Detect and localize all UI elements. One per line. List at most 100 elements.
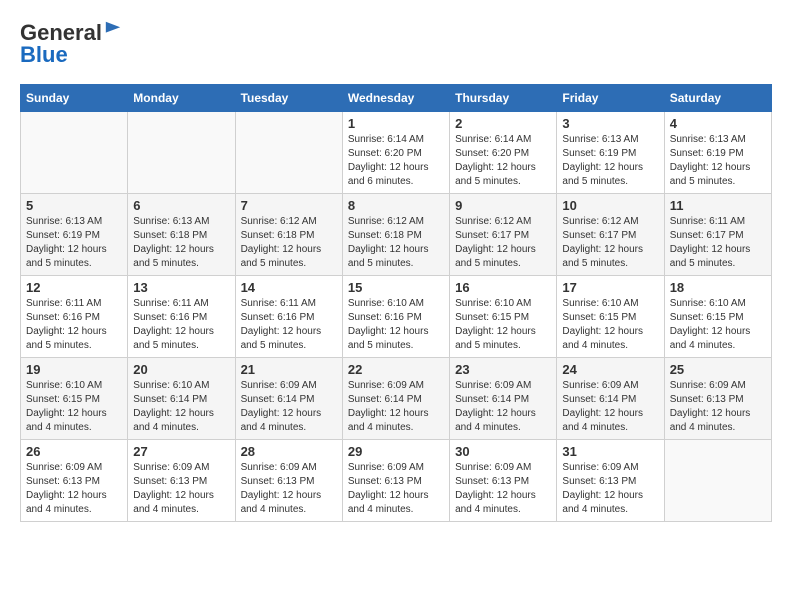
day-info: Sunrise: 6:09 AM Sunset: 6:14 PM Dayligh… xyxy=(455,379,551,435)
day-number: 4 xyxy=(670,116,766,131)
day-number: 13 xyxy=(133,280,229,295)
weekday-header: Monday xyxy=(128,85,235,112)
logo: General Blue xyxy=(20,20,122,68)
day-number: 26 xyxy=(26,444,122,459)
calendar-cell: 8 Sunrise: 6:12 AM Sunset: 6:18 PM Daylig… xyxy=(342,194,449,276)
day-number: 11 xyxy=(670,198,766,213)
logo-flag-icon xyxy=(104,20,122,38)
day-number: 23 xyxy=(455,362,551,377)
calendar-cell: 21Sunrise: 6:09 AM Sunset: 6:14 PM Dayli… xyxy=(235,358,342,440)
day-number: 7 xyxy=(241,198,337,213)
day-info: Sunrise: 6:13 AM Sunset: 6:19 PM Dayligh… xyxy=(562,133,658,189)
weekday-header: Saturday xyxy=(664,85,771,112)
calendar-cell xyxy=(128,112,235,194)
day-number: 29 xyxy=(348,444,444,459)
calendar-cell: 4 Sunrise: 6:13 AM Sunset: 6:19 PM Daylig… xyxy=(664,112,771,194)
day-info: Sunrise: 6:09 AM Sunset: 6:14 PM Dayligh… xyxy=(241,379,337,435)
day-info: Sunrise: 6:09 AM Sunset: 6:13 PM Dayligh… xyxy=(133,461,229,517)
calendar-cell: 17 Sunrise: 6:10 AM Sunset: 6:15 PM Dayli… xyxy=(557,276,664,358)
day-info: Sunrise: 6:14 AM Sunset: 6:20 PM Dayligh… xyxy=(455,133,551,189)
calendar-cell: 11Sunrise: 6:11 AM Sunset: 6:17 PM Dayli… xyxy=(664,194,771,276)
day-number: 8 xyxy=(348,198,444,213)
day-number: 24 xyxy=(562,362,658,377)
calendar-cell: 3 Sunrise: 6:13 AM Sunset: 6:19 PM Daylig… xyxy=(557,112,664,194)
day-info: Sunrise: 6:12 AM Sunset: 6:17 PM Dayligh… xyxy=(562,215,658,271)
weekday-header: Sunday xyxy=(21,85,128,112)
calendar-cell: 22 Sunrise: 6:09 AM Sunset: 6:14 PM Dayli… xyxy=(342,358,449,440)
weekday-header: Wednesday xyxy=(342,85,449,112)
calendar-cell: 26 Sunrise: 6:09 AM Sunset: 6:13 PM Dayli… xyxy=(21,440,128,522)
day-number: 14 xyxy=(241,280,337,295)
calendar-cell: 13 Sunrise: 6:11 AM Sunset: 6:16 PM Dayli… xyxy=(128,276,235,358)
calendar-cell: 7 Sunrise: 6:12 AM Sunset: 6:18 PM Daylig… xyxy=(235,194,342,276)
day-info: Sunrise: 6:12 AM Sunset: 6:17 PM Dayligh… xyxy=(455,215,551,271)
calendar-cell: 25Sunrise: 6:09 AM Sunset: 6:13 PM Dayli… xyxy=(664,358,771,440)
calendar-cell: 15 Sunrise: 6:10 AM Sunset: 6:16 PM Dayli… xyxy=(342,276,449,358)
day-number: 3 xyxy=(562,116,658,131)
calendar-cell: 12 Sunrise: 6:11 AM Sunset: 6:16 PM Dayli… xyxy=(21,276,128,358)
weekday-header: Friday xyxy=(557,85,664,112)
day-number: 16 xyxy=(455,280,551,295)
day-number: 6 xyxy=(133,198,229,213)
calendar-cell: 30Sunrise: 6:09 AM Sunset: 6:13 PM Dayli… xyxy=(450,440,557,522)
day-number: 1 xyxy=(348,116,444,131)
day-info: Sunrise: 6:10 AM Sunset: 6:15 PM Dayligh… xyxy=(455,297,551,353)
calendar-cell: 16 Sunrise: 6:10 AM Sunset: 6:15 PM Dayli… xyxy=(450,276,557,358)
day-number: 2 xyxy=(455,116,551,131)
calendar-cell: 1 Sunrise: 6:14 AM Sunset: 6:20 PM Daylig… xyxy=(342,112,449,194)
day-info: Sunrise: 6:09 AM Sunset: 6:13 PM Dayligh… xyxy=(26,461,122,517)
day-info: Sunrise: 6:12 AM Sunset: 6:18 PM Dayligh… xyxy=(348,215,444,271)
day-number: 19 xyxy=(26,362,122,377)
day-info: Sunrise: 6:10 AM Sunset: 6:15 PM Dayligh… xyxy=(562,297,658,353)
day-number: 15 xyxy=(348,280,444,295)
calendar-week-row: 19 Sunrise: 6:10 AM Sunset: 6:15 PM Dayli… xyxy=(21,358,772,440)
calendar-cell: 9 Sunrise: 6:12 AM Sunset: 6:17 PM Daylig… xyxy=(450,194,557,276)
calendar-cell: 14 Sunrise: 6:11 AM Sunset: 6:16 PM Dayli… xyxy=(235,276,342,358)
day-info: Sunrise: 6:10 AM Sunset: 6:15 PM Dayligh… xyxy=(26,379,122,435)
calendar-cell: 23 Sunrise: 6:09 AM Sunset: 6:14 PM Dayli… xyxy=(450,358,557,440)
day-info: Sunrise: 6:09 AM Sunset: 6:14 PM Dayligh… xyxy=(348,379,444,435)
day-info: Sunrise: 6:12 AM Sunset: 6:18 PM Dayligh… xyxy=(241,215,337,271)
calendar-cell: 24 Sunrise: 6:09 AM Sunset: 6:14 PM Dayli… xyxy=(557,358,664,440)
calendar-cell: 2 Sunrise: 6:14 AM Sunset: 6:20 PM Daylig… xyxy=(450,112,557,194)
day-info: Sunrise: 6:11 AM Sunset: 6:16 PM Dayligh… xyxy=(241,297,337,353)
day-number: 27 xyxy=(133,444,229,459)
day-info: Sunrise: 6:09 AM Sunset: 6:13 PM Dayligh… xyxy=(241,461,337,517)
day-info: Sunrise: 6:09 AM Sunset: 6:13 PM Dayligh… xyxy=(455,461,551,517)
weekday-header: Tuesday xyxy=(235,85,342,112)
calendar-table: SundayMondayTuesdayWednesdayThursdayFrid… xyxy=(20,84,772,522)
day-info: Sunrise: 6:09 AM Sunset: 6:13 PM Dayligh… xyxy=(348,461,444,517)
calendar-cell: 29 Sunrise: 6:09 AM Sunset: 6:13 PM Dayli… xyxy=(342,440,449,522)
weekday-header: Thursday xyxy=(450,85,557,112)
day-info: Sunrise: 6:13 AM Sunset: 6:18 PM Dayligh… xyxy=(133,215,229,271)
calendar-cell: 27 Sunrise: 6:09 AM Sunset: 6:13 PM Dayli… xyxy=(128,440,235,522)
day-number: 10 xyxy=(562,198,658,213)
day-number: 9 xyxy=(455,198,551,213)
day-number: 22 xyxy=(348,362,444,377)
day-number: 5 xyxy=(26,198,122,213)
calendar-cell: 31Sunrise: 6:09 AM Sunset: 6:13 PM Dayli… xyxy=(557,440,664,522)
calendar-cell: 5 Sunrise: 6:13 AM Sunset: 6:19 PM Daylig… xyxy=(21,194,128,276)
calendar-cell: 28 Sunrise: 6:09 AM Sunset: 6:13 PM Dayli… xyxy=(235,440,342,522)
day-number: 17 xyxy=(562,280,658,295)
day-info: Sunrise: 6:09 AM Sunset: 6:13 PM Dayligh… xyxy=(562,461,658,517)
page-header: General Blue xyxy=(20,20,772,68)
day-info: Sunrise: 6:11 AM Sunset: 6:16 PM Dayligh… xyxy=(26,297,122,353)
calendar-cell xyxy=(664,440,771,522)
day-info: Sunrise: 6:10 AM Sunset: 6:14 PM Dayligh… xyxy=(133,379,229,435)
day-info: Sunrise: 6:13 AM Sunset: 6:19 PM Dayligh… xyxy=(26,215,122,271)
calendar-cell xyxy=(235,112,342,194)
day-number: 28 xyxy=(241,444,337,459)
day-info: Sunrise: 6:11 AM Sunset: 6:16 PM Dayligh… xyxy=(133,297,229,353)
day-number: 20 xyxy=(133,362,229,377)
calendar-cell: 10 Sunrise: 6:12 AM Sunset: 6:17 PM Dayli… xyxy=(557,194,664,276)
day-info: Sunrise: 6:10 AM Sunset: 6:16 PM Dayligh… xyxy=(348,297,444,353)
day-info: Sunrise: 6:09 AM Sunset: 6:14 PM Dayligh… xyxy=(562,379,658,435)
calendar-week-row: 12 Sunrise: 6:11 AM Sunset: 6:16 PM Dayli… xyxy=(21,276,772,358)
calendar-cell: 19 Sunrise: 6:10 AM Sunset: 6:15 PM Dayli… xyxy=(21,358,128,440)
day-info: Sunrise: 6:13 AM Sunset: 6:19 PM Dayligh… xyxy=(670,133,766,189)
day-info: Sunrise: 6:14 AM Sunset: 6:20 PM Dayligh… xyxy=(348,133,444,189)
calendar-week-row: 1 Sunrise: 6:14 AM Sunset: 6:20 PM Daylig… xyxy=(21,112,772,194)
calendar-week-row: 26 Sunrise: 6:09 AM Sunset: 6:13 PM Dayli… xyxy=(21,440,772,522)
day-number: 12 xyxy=(26,280,122,295)
